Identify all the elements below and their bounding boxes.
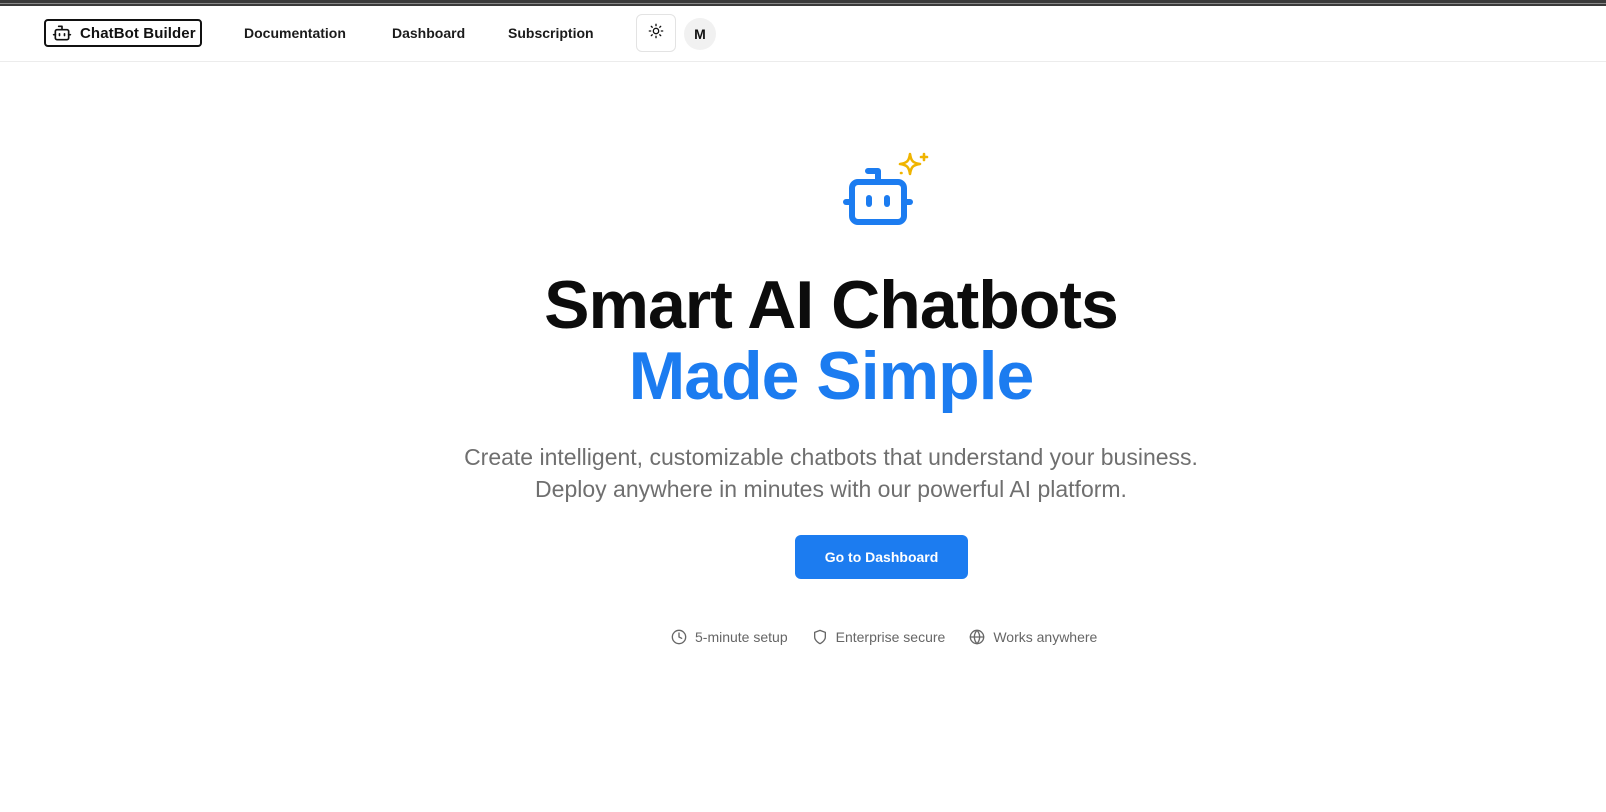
hero-headline-line2: Made Simple [628, 338, 1035, 414]
nav-link-documentation[interactable]: Documentation [244, 25, 346, 41]
globe-icon [969, 629, 985, 645]
go-to-dashboard-button[interactable]: Go to Dashboard [795, 535, 968, 579]
nav-link-subscription[interactable]: Subscription [508, 25, 594, 41]
brand-logo-link[interactable]: ChatBot Builder [44, 19, 202, 47]
hero-subtitle-line2: Deploy anywhere in minutes with our powe… [535, 476, 1127, 502]
feature-list: 5-minute setup Enterprise secure Works a… [671, 629, 1097, 645]
feature-item-security: Enterprise secure [812, 629, 946, 645]
theme-toggle-button[interactable] [636, 14, 676, 52]
feature-label: Enterprise secure [835, 629, 946, 645]
feature-item-anywhere: Works anywhere [969, 629, 1097, 645]
hero-headline-line1: Smart AI Chatbots [544, 267, 1119, 343]
feature-label: 5-minute setup [695, 629, 788, 645]
bot-sparkles-icon [842, 152, 936, 232]
top-navbar: ChatBot Builder Documentation Dashboard … [0, 6, 1606, 62]
user-avatar[interactable]: M [684, 18, 716, 50]
sun-icon [648, 23, 664, 44]
nav-link-dashboard[interactable]: Dashboard [392, 25, 465, 41]
bot-icon [52, 23, 72, 43]
clock-icon [671, 629, 687, 645]
brand-name: ChatBot Builder [80, 24, 196, 42]
hero-subtitle-line1: Create intelligent, customizable chatbot… [464, 444, 1198, 470]
shield-icon [812, 629, 828, 645]
feature-item-setup: 5-minute setup [671, 629, 788, 645]
feature-label: Works anywhere [993, 629, 1098, 645]
